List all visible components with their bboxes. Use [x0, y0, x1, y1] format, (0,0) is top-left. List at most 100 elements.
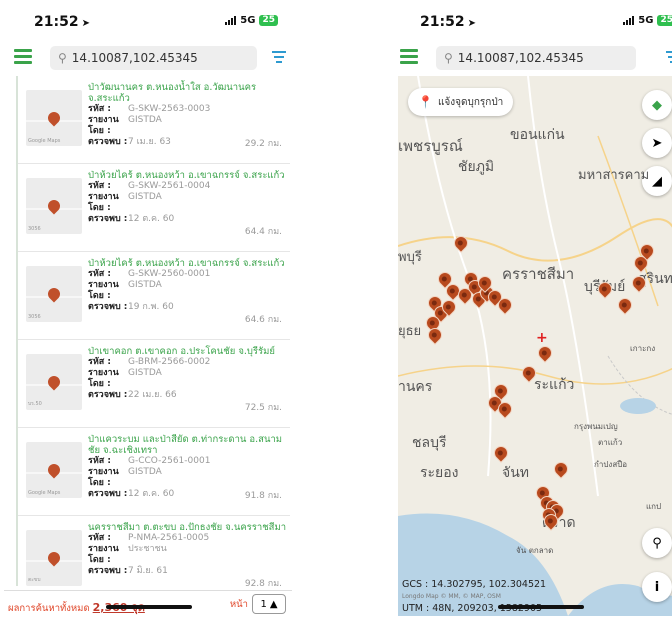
home-indicator	[498, 605, 584, 609]
detected-label: ตรวจพบ :	[88, 137, 128, 147]
gcs-coordinates: GCS : 14.302795, 102.304521	[402, 579, 547, 590]
total-prefix: ผลการค้นหาทั้งหมด	[8, 603, 90, 614]
map-view[interactable]: 📍 แจ้งจุดบุกรุกป่า ◆ ➤ ◢ ⚲ i เพชรบูรณ์ ขอ…	[398, 76, 672, 616]
result-distance: 64.6 กม.	[244, 315, 282, 325]
result-code: G-SKW-2561-0004	[128, 181, 211, 191]
thumbnail-label: 3056	[28, 226, 41, 232]
result-code: P-NMA-2561-0005	[128, 533, 210, 543]
place-label-chanthaburi2: จัน ตกลาด	[516, 546, 554, 555]
result-reporter: GISTDA	[128, 192, 162, 202]
reporter-label: รายงานโดย :	[88, 467, 119, 488]
status-bar: 21:52 ➤ 5G 25	[390, 0, 672, 36]
result-code: G-CCO-2561-0001	[128, 456, 211, 466]
result-info: ป่าห้วยไคร้ ต.หนองหว้า อ.เขาฉกรรจ์ จ.สระ…	[88, 258, 290, 339]
info-icon[interactable]: i	[642, 572, 672, 602]
place-label-ayutthaya: ยุธย	[398, 324, 422, 339]
detected-label: ตรวจพบ :	[88, 214, 128, 224]
location-thumbnail: Google Maps	[26, 90, 82, 146]
signal-icon	[225, 16, 237, 25]
result-item[interactable]: Google Maps ป่าวัฒนานคร ต.หนองน้ำใส อ.วัฒ…	[18, 76, 290, 164]
location-arrow-icon: ➤	[467, 18, 476, 29]
filter-icon[interactable]	[272, 51, 286, 63]
hamburger-menu-icon[interactable]	[14, 49, 32, 64]
result-title[interactable]: ป่าห้วยไคร้ ต.หนองหว้า อ.เขาฉกรรจ์ จ.สระ…	[88, 258, 290, 269]
result-item[interactable]: 3056 ป่าห้วยไคร้ ต.หนองหว้า อ.เขาฉกรรจ์ จ…	[18, 252, 290, 340]
result-item[interactable]: บร.50 ป่าเขาคอก ต.เขาคอก อ.ประโคนชัย จ.บุ…	[18, 340, 290, 428]
search-box[interactable]: ⚲	[50, 46, 257, 70]
top-bar: ⚲	[390, 40, 672, 74]
battery-icon: 25	[657, 15, 672, 26]
location-arrow-icon: ➤	[81, 18, 90, 29]
code-label: รหัส :	[88, 104, 111, 114]
detected-label: ตรวจพบ :	[88, 302, 128, 312]
hamburger-menu-icon[interactable]	[400, 49, 418, 64]
result-detected-date: 12 ต.ค. 60	[128, 214, 175, 224]
results-list[interactable]: Google Maps ป่าวัฒนานคร ต.หนองน้ำใส อ.วัฒ…	[16, 76, 290, 586]
map-pin-icon	[45, 285, 63, 303]
status-right: 5G 25	[623, 15, 672, 26]
network-label: 5G	[240, 15, 256, 26]
network-label: 5G	[638, 15, 654, 26]
place-label-nakhon: านคร	[398, 379, 433, 395]
thumbnail-label: Google Maps	[28, 138, 61, 144]
result-item[interactable]: ตะขบ นครราชสีมา ต.ตะขบ อ.ปักธงชัย จ.นครรา…	[18, 516, 290, 586]
result-reporter: ประชาชน	[128, 544, 167, 554]
result-reporter: GISTDA	[128, 467, 162, 477]
thumbnail-label: บร.50	[28, 401, 42, 407]
location-thumbnail: 3056	[26, 266, 82, 322]
reporter-label: รายงานโดย :	[88, 115, 119, 136]
place-label-sakaeo: ระแก้ว	[534, 377, 575, 393]
detected-label: ตรวจพบ :	[88, 566, 128, 576]
result-title[interactable]: ป่าเขาคอก ต.เขาคอก อ.ประโคนชัย จ.บุรีรัม…	[88, 346, 290, 357]
result-item[interactable]: 3056 ป่าห้วยไคร้ ต.หนองหว้า อ.เขาฉกรรจ์ จ…	[18, 164, 290, 252]
location-thumbnail: บร.50	[26, 354, 82, 410]
code-label: รหัส :	[88, 357, 111, 367]
map-pin-icon	[45, 109, 63, 127]
result-reporter: GISTDA	[128, 280, 162, 290]
result-item[interactable]: Google Maps ป่าแควระบม และป่าสียัด ต.ท่าก…	[18, 428, 290, 516]
thumbnail-label: 3056	[28, 314, 41, 320]
status-time: 21:52 ➤	[34, 14, 90, 30]
result-title[interactable]: ป่าห้วยไคร้ ต.หนองหว้า อ.เขาฉกรรจ์ จ.สระ…	[88, 170, 290, 181]
battery-icon: 25	[259, 15, 278, 26]
place-label-chaiyaphum: ชัยภูมิ	[458, 159, 495, 175]
map-pin-icon	[45, 373, 63, 391]
report-button-label: แจ้งจุดบุกรุกป่า	[437, 96, 504, 108]
result-distance: 92.8 กม.	[244, 579, 282, 586]
result-title[interactable]: ป่าวัฒนานคร ต.หนองน้ำใส อ.วัฒนานคร จ.สระ…	[88, 82, 290, 104]
search-input[interactable]	[457, 51, 628, 65]
user-pin-icon[interactable]: ⚲	[642, 528, 672, 558]
filter-icon[interactable]	[666, 51, 672, 63]
result-distance: 29.2 กม.	[244, 139, 282, 149]
search-icon: ⚲	[444, 51, 453, 65]
search-input[interactable]	[71, 51, 242, 65]
list-screen: 21:52➤ 5G 25 ⚲ Google Maps ป่าวัฒนานคร ต.…	[4, 0, 292, 619]
results-footer: ผลการค้นหาทั้งหมด 2,360 จุด หน้า 1▲	[4, 590, 292, 616]
code-label: รหัส :	[88, 269, 111, 279]
place-label-lopburi: พบุรี	[398, 250, 422, 265]
navigation-arrow-icon[interactable]: ➤	[642, 128, 672, 158]
map-attribution: Longdo Map © MM, © MAP, OSM	[402, 593, 501, 600]
coordinate-readout: GCS : 14.302795, 102.304521 Longdo Map ©…	[402, 579, 546, 615]
search-box[interactable]: ⚲	[436, 46, 636, 70]
place-label-kampot: กำปงสปือ	[594, 460, 628, 469]
status-bar: 21:52 ➤ 5G 25	[4, 0, 292, 36]
detected-label: ตรวจพบ :	[88, 489, 128, 499]
result-info: ป่าแควระบม และป่าสียัด ต.ท่ากระดาน อ.สนา…	[88, 434, 290, 515]
result-detected-date: 19 ก.พ. 60	[128, 302, 174, 312]
place-label-chanthaburi: จันท	[502, 465, 530, 481]
result-title[interactable]: นครราชสีมา ต.ตะขบ อ.ปักธงชัย จ.นครราชสีม…	[88, 522, 290, 533]
search-icon: ⚲	[58, 51, 67, 65]
result-info: ป่าเขาคอก ต.เขาคอก อ.ประโคนชัย จ.บุรีรัม…	[88, 346, 290, 427]
result-detected-date: 22 เม.ย. 66	[128, 390, 177, 400]
result-distance: 91.8 กม.	[244, 491, 282, 501]
result-reporter: GISTDA	[128, 368, 162, 378]
page-selector[interactable]: 1 ▲	[252, 594, 286, 614]
reporter-label: รายงานโดย :	[88, 544, 119, 565]
detected-label: ตรวจพบ :	[88, 390, 128, 400]
report-encroachment-button[interactable]: 📍 แจ้งจุดบุกรุกป่า	[408, 88, 514, 116]
place-label-rayong: ระยอง	[420, 465, 459, 481]
result-title[interactable]: ป่าแควระบม และป่าสียัด ต.ท่ากระดาน อ.สนา…	[88, 434, 290, 456]
place-label-nakhonratchasima: ครราชสีมา	[502, 265, 575, 283]
layers-icon[interactable]: ◆	[642, 90, 672, 120]
